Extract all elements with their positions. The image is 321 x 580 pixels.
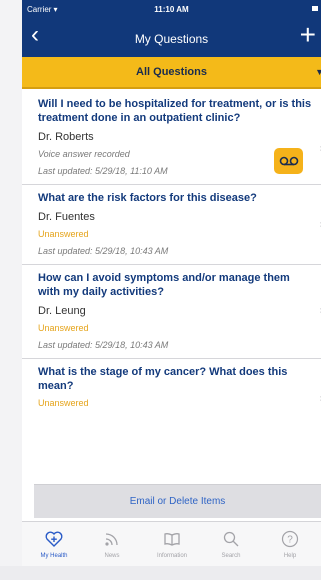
tab-help[interactable]: ? Help: [262, 529, 318, 559]
book-icon: [164, 533, 180, 546]
question-doctor: Dr. Leung: [38, 305, 86, 317]
tab-news[interactable]: News: [84, 529, 140, 559]
question-status: Voice answer recorded: [38, 149, 130, 159]
question-updated: Last updated: 5/29/18, 10:43 AM: [38, 246, 169, 256]
question-status: Unanswered: [38, 323, 89, 333]
battery-icon: [312, 6, 318, 11]
page-title: My Questions: [134, 32, 209, 46]
question-updated: Last updated: 5/29/18, 11:10 AM: [38, 166, 168, 176]
question-status: Unanswered: [38, 229, 89, 239]
question-updated: Last updated: 5/29/18, 10:43 AM: [38, 340, 169, 350]
question-text: What is the stage of my cancer? What doe…: [38, 366, 288, 392]
question-doctor: Dr. Roberts: [38, 131, 94, 143]
list-item[interactable]: How can I avoid symptoms and/or manage t…: [22, 265, 321, 359]
list-item[interactable]: Will I need to be hospitalized for treat…: [22, 91, 321, 185]
email-delete-button[interactable]: Email or Delete Items: [34, 484, 321, 518]
question-text: What are the risk factors for this disea…: [38, 192, 257, 204]
question-text: Will I need to be hospitalized for treat…: [38, 98, 312, 124]
tab-search[interactable]: Search: [203, 529, 259, 559]
tab-label: Search: [221, 553, 241, 559]
list-item[interactable]: What is the stage of my cancer? What doe…: [22, 359, 321, 416]
caret-down-icon: ▼: [315, 67, 321, 77]
filter-dropdown[interactable]: All Questions ▼: [22, 57, 321, 89]
navigation-bar: Carrier ▾ 11:10 AM ‹ My Questions +: [22, 0, 321, 57]
svg-text:?: ?: [287, 535, 293, 546]
tab-label: My Health: [40, 553, 68, 559]
voicemail-icon: [279, 156, 298, 166]
tab-label: Help: [283, 553, 297, 559]
tab-label: Information: [156, 553, 187, 559]
tab-label: News: [104, 553, 120, 559]
question-status: Unanswered: [38, 398, 89, 408]
rss-icon: [105, 533, 118, 546]
status-time: 11:10 AM: [154, 5, 189, 14]
background-edge: [0, 566, 321, 580]
tab-my-health[interactable]: My Health: [26, 529, 82, 559]
voicemail-button[interactable]: [274, 148, 303, 174]
add-question-button[interactable]: +: [300, 21, 316, 49]
tab-bar: My Health News Information Search ? Help: [22, 521, 321, 566]
email-delete-label: Email or Delete Items: [129, 496, 226, 507]
tab-information[interactable]: Information: [144, 529, 200, 559]
heart-plus-icon: [45, 531, 63, 547]
help-icon: ?: [281, 530, 299, 548]
filter-label: All Questions: [136, 66, 207, 78]
question-doctor: Dr. Fuentes: [38, 211, 95, 223]
list-item[interactable]: What are the risk factors for this disea…: [22, 185, 321, 265]
question-text: How can I avoid symptoms and/or manage t…: [38, 272, 290, 298]
search-icon: [223, 531, 239, 547]
questions-list: Will I need to be hospitalized for treat…: [22, 91, 321, 416]
app-screen: Carrier ▾ 11:10 AM ‹ My Questions + All Q…: [22, 0, 321, 570]
